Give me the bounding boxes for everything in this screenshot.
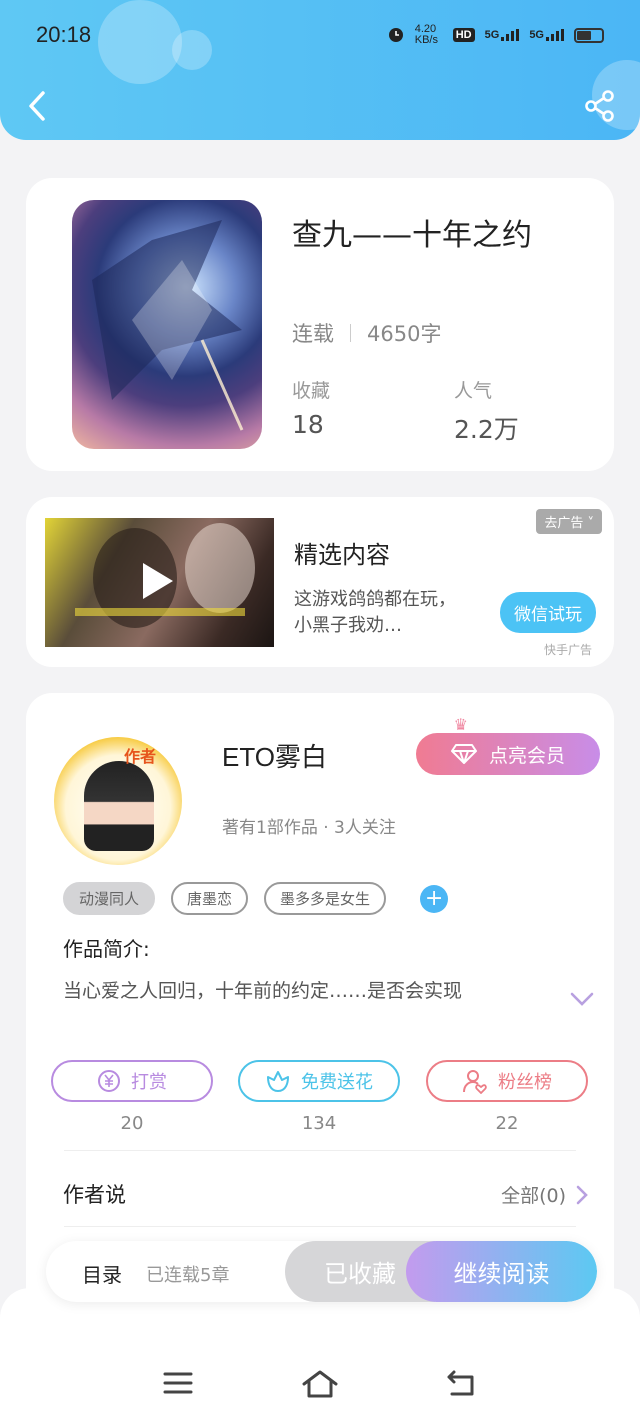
vip-button[interactable]: 点亮会员 <box>416 733 600 775</box>
popularity-label: 人气 <box>454 380 493 402</box>
author-badge: 作者 <box>124 747 157 766</box>
divider <box>350 324 351 342</box>
add-tag-button[interactable]: + <box>420 884 449 913</box>
decor-bubble <box>98 0 182 84</box>
tag-list: 动漫同人 唐墨恋 墨多多是女生 + <box>63 882 449 915</box>
tip-label: 打赏 <box>131 1072 167 1093</box>
send-flower-button[interactable]: 免费送花 <box>238 1060 400 1102</box>
home-nav-button[interactable] <box>300 1368 340 1402</box>
divider <box>64 1226 576 1227</box>
ad-source-label: 快手广告 <box>543 643 592 657</box>
remove-ad-button[interactable]: 去广告 ˅ <box>536 509 602 534</box>
diamond-icon <box>450 744 477 764</box>
share-icon <box>585 90 614 122</box>
tag[interactable]: 动漫同人 <box>63 882 156 915</box>
continue-reading-button[interactable]: 继续阅读 <box>406 1241 597 1302</box>
chevron-left-icon <box>29 91 45 121</box>
return-icon <box>447 1370 474 1396</box>
signal-icon: 5G <box>529 29 564 41</box>
book-status-row: 连载 4650字 <box>292 318 441 348</box>
flower-count: 134 <box>301 1113 337 1134</box>
alarm-icon <box>387 25 405 46</box>
cover-art <box>92 220 244 431</box>
avatar-illustration <box>84 761 154 851</box>
signal-label: 5G <box>529 29 544 41</box>
popularity-value: 2.2万 <box>454 415 519 444</box>
ad-title: 精选内容 <box>294 541 390 569</box>
fans-icon <box>463 1070 487 1094</box>
share-button[interactable] <box>584 90 616 122</box>
system-nav-bar <box>0 1288 640 1423</box>
book-cover[interactable] <box>72 200 262 449</box>
word-count: 4650字 <box>367 322 442 346</box>
all-label: 全部(0) <box>501 1185 566 1207</box>
fan-count: 22 <box>495 1113 519 1134</box>
reading-action-bar: 目录 已连载5章 已收藏 继续阅读 <box>46 1241 597 1302</box>
crown-icon: ♛ <box>453 715 468 734</box>
fan-ranking-button[interactable]: 粉丝榜 <box>426 1060 588 1102</box>
battery-icon <box>574 27 604 43</box>
ad-card: 精选内容 这游戏鸽鸽都在玩，小黑子我劝… 去广告 ˅ 微信试玩 快手广告 <box>26 497 614 667</box>
header: 20:18 4.20 KB/s HD 5G 5G <box>0 0 640 140</box>
author-avatar[interactable]: 作者 <box>54 737 182 865</box>
status-icons: 4.20 KB/s HD 5G 5G <box>387 24 604 46</box>
send-flower-label: 免费送花 <box>301 1072 373 1093</box>
back-button[interactable] <box>22 88 52 124</box>
chapter-count: 已连载5章 <box>146 1265 230 1286</box>
fan-ranking-label: 粉丝榜 <box>498 1072 552 1093</box>
favorites-value: 18 <box>292 410 324 439</box>
chevron-right-icon <box>576 1185 588 1204</box>
ad-video-thumbnail[interactable] <box>45 518 274 647</box>
back-nav-button[interactable] <box>444 1368 484 1402</box>
tip-count: 20 <box>120 1113 144 1134</box>
status-time: 20:18 <box>36 22 92 47</box>
author-says-title: 作者说 <box>63 1183 126 1207</box>
author-meta: 著有1部作品 · 3人关注 <box>222 818 396 838</box>
book-info-card: 查九——十年之约 连载 4650字 收藏 18 人气 2.2万 <box>26 178 614 471</box>
signal-label: 5G <box>484 29 500 41</box>
flower-icon <box>267 1071 289 1092</box>
expand-button[interactable] <box>570 991 594 1011</box>
home-icon <box>302 1370 338 1398</box>
book-title: 查九——十年之约 <box>292 218 532 253</box>
decor-bubble <box>172 30 212 70</box>
net-speed: 4.20 KB/s <box>414 23 438 46</box>
tip-button[interactable]: 打赏 <box>51 1060 213 1102</box>
favorites-label: 收藏 <box>292 380 331 402</box>
vip-label: 点亮会员 <box>488 744 565 767</box>
toc-button[interactable]: 目录 <box>82 1259 122 1288</box>
intro-text: 当心爱之人回归，十年前的约定……是否会实现 <box>63 980 463 1002</box>
menu-nav-button[interactable] <box>160 1368 200 1402</box>
yuan-icon <box>98 1070 120 1092</box>
author-says-all-link[interactable]: 全部(0) <box>501 1181 588 1208</box>
author-name[interactable]: ETO雾白 <box>222 737 327 774</box>
serial-status: 连载 <box>292 322 334 346</box>
menu-icon <box>163 1372 193 1394</box>
hd-badge: HD <box>452 28 475 42</box>
divider <box>64 1150 576 1151</box>
play-icon <box>143 563 173 599</box>
ad-description: 这游戏鸽鸽都在玩，小黑子我劝… <box>294 589 456 636</box>
intro-title: 作品简介: <box>63 937 150 961</box>
signal-icon: 5G <box>485 29 520 41</box>
chevron-down-icon <box>570 992 594 1006</box>
ad-cta-button[interactable]: 微信试玩 <box>500 592 596 633</box>
tag[interactable]: 唐墨恋 <box>171 882 249 915</box>
tag[interactable]: 墨多多是女生 <box>264 882 387 915</box>
